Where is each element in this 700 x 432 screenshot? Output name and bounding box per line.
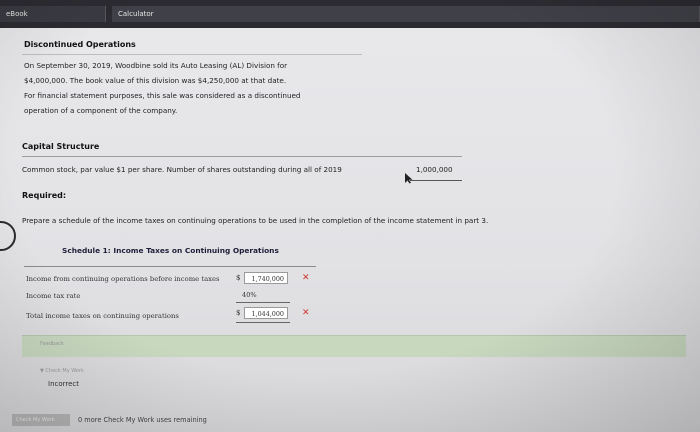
currency-symbol: $ [236, 309, 241, 317]
main-content: Discontinued Operations On September 30,… [12, 30, 688, 432]
check-my-work-toggle[interactable]: ▼ Check My Work [40, 368, 84, 374]
income-before-taxes-input[interactable]: 1,740,000 [244, 272, 288, 284]
feedback-label: Feedback [40, 341, 64, 347]
required-text: Prepare a schedule of the income taxes o… [22, 216, 489, 225]
check-my-work-button[interactable]: Check My Work [12, 414, 70, 426]
schedule-row-label: Income from continuing operations before… [26, 275, 220, 283]
income-tax-rate-value: 40% [242, 291, 257, 299]
discontinued-heading: Discontinued Operations [24, 40, 136, 49]
capital-row-label: Common stock, par value $1 per share. Nu… [22, 165, 342, 174]
uses-remaining-text: 0 more Check My Work uses remaining [78, 416, 207, 424]
currency-symbol: $ [236, 274, 241, 282]
schedule-row-label: Income tax rate [26, 292, 81, 300]
feedback-bar[interactable] [22, 335, 686, 357]
divider [22, 156, 462, 157]
schedule-top-rule [24, 266, 316, 267]
required-heading: Required: [22, 191, 67, 200]
capital-heading: Capital Structure [22, 142, 100, 151]
discontinued-text: On September 30, 2019, Woodbine sold its… [24, 58, 384, 118]
discontinued-line: operation of a component of the company. [24, 106, 178, 115]
top-tab-bar: eBook Calculator [0, 0, 700, 28]
tab-ebook[interactable]: eBook [0, 6, 106, 22]
total-income-taxes-input[interactable]: 1,044,000 [244, 307, 288, 319]
total-underline [236, 322, 290, 323]
screen: eBook Calculator Discontinued Operations… [0, 0, 700, 432]
schedule-title: Schedule 1: Income Taxes on Continuing O… [62, 246, 279, 255]
discontinued-line: $4,000,000. The book value of this divis… [24, 76, 287, 85]
value-underline [410, 180, 462, 181]
discontinued-line: For financial statement purposes, this s… [24, 91, 301, 100]
incorrect-x-icon: ✕ [302, 273, 310, 283]
shares-outstanding-value: 1,000,000 [416, 165, 453, 174]
rate-underline [236, 302, 290, 303]
schedule-row-label: Total income taxes on continuing operati… [26, 312, 179, 320]
discontinued-line: On September 30, 2019, Woodbine sold its… [24, 61, 288, 70]
divider [22, 54, 362, 55]
tab-calculator[interactable]: Calculator [112, 6, 700, 22]
mouse-cursor-icon [405, 173, 413, 184]
incorrect-x-icon: ✕ [302, 308, 310, 318]
feedback-result: Incorrect [48, 380, 80, 388]
